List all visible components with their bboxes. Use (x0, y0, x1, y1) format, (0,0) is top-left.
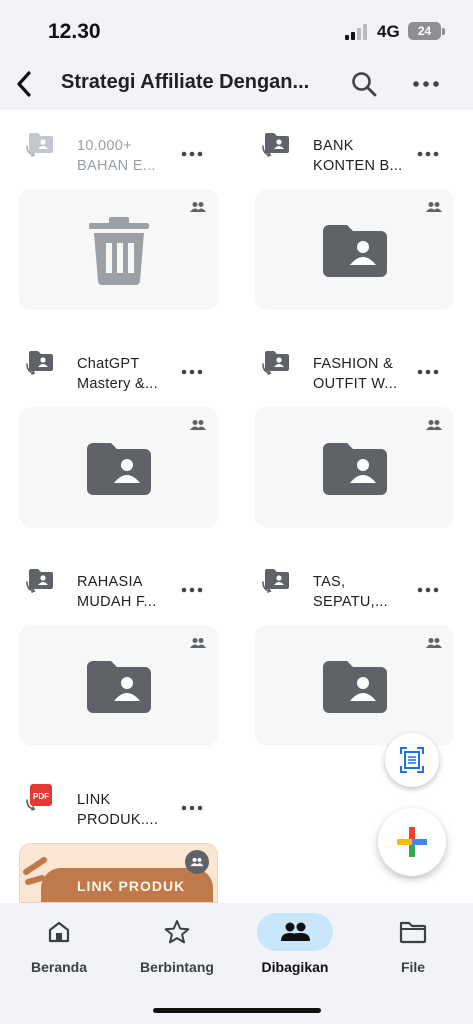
new-item-button[interactable] (378, 808, 446, 876)
nav-beranda[interactable]: Beranda (0, 913, 118, 983)
shared-people-icon (190, 202, 206, 212)
shared-people-icon (190, 420, 206, 430)
nav-dibagikan[interactable]: Dibagikan (236, 913, 354, 983)
document-scan-icon (400, 747, 424, 773)
folder-name: FASHION & OUTFIT W... (313, 356, 398, 392)
item-more-button[interactable] (413, 142, 443, 166)
page-title: Strategi Affiliate Dengan... (61, 71, 310, 93)
nav-berbintang[interactable]: Berbintang (118, 913, 236, 983)
more-horiz-icon (181, 805, 203, 811)
card-header: TAS, SEPATU,... (255, 546, 454, 610)
home-indicator (153, 1008, 321, 1013)
card-header: PDF LINK PRODUK.... (19, 764, 218, 828)
back-button[interactable] (4, 64, 44, 104)
nav-icon-container (21, 913, 97, 951)
more-horiz-icon (181, 151, 203, 157)
pdf-icon: PDF (26, 784, 52, 811)
shared-folder-shortcut-icon (26, 569, 53, 593)
more-horiz-icon (181, 369, 203, 375)
folder-name: BANK KONTEN B... (313, 138, 403, 174)
shared-folder-icon (322, 442, 387, 495)
scan-button[interactable] (385, 733, 439, 787)
shared-folder-shortcut-icon (262, 351, 289, 375)
folder-name: 10.000+ BAHAN E... (77, 138, 156, 174)
status-time: 12.30 (48, 20, 101, 43)
shared-people-icon (426, 638, 442, 648)
file-card[interactable]: PDF LINK PRODUK.... LINK PRODUK (19, 764, 218, 904)
item-more-button[interactable] (177, 578, 207, 602)
file-name: LINK PRODUK.... (77, 792, 159, 828)
more-horiz-icon (417, 587, 439, 593)
battery-tip (442, 28, 445, 35)
signal-icon (345, 24, 369, 40)
folder-thumbnail (255, 407, 454, 528)
shared-people-icon (426, 420, 442, 430)
folder-thumbnail (19, 407, 218, 528)
shared-folder-icon (322, 660, 387, 713)
folder-thumbnail (19, 189, 218, 310)
shared-folder-shortcut-icon (262, 133, 289, 157)
search-button[interactable] (344, 64, 384, 104)
card-header: ChatGPT Mastery &... (19, 328, 218, 392)
card-header: BANK KONTEN B... (255, 110, 454, 174)
item-more-button[interactable] (177, 796, 207, 820)
shared-folder-icon (86, 660, 151, 713)
shared-people-icon (426, 202, 442, 212)
chevron-left-icon (17, 71, 31, 97)
shared-people-icon (190, 638, 206, 648)
thumbnail-title: LINK PRODUK (41, 868, 213, 902)
shared-folder-icon (322, 224, 387, 277)
svg-text:PDF: PDF (33, 792, 49, 801)
folder-thumbnail (255, 625, 454, 746)
shared-badge (185, 850, 209, 874)
shared-folder-shortcut-icon (26, 351, 53, 375)
nav-label: Beranda (30, 959, 88, 975)
folder-name: TAS, SEPATU,... (313, 574, 388, 610)
item-more-button[interactable] (177, 142, 207, 166)
item-more-button[interactable] (413, 360, 443, 384)
nav-label: Berbintang (140, 959, 214, 975)
shared-folder-icon (86, 442, 151, 495)
folder-name: RAHASIA MUDAH F... (77, 574, 157, 610)
battery-icon: 24 (408, 22, 441, 40)
card-header: FASHION & OUTFIT W... (255, 328, 454, 392)
shared-folder-shortcut-icon (26, 133, 53, 157)
nav-label: File (400, 959, 426, 975)
nav-icon-container (375, 913, 451, 951)
shared-people-icon (190, 857, 204, 867)
network-type: 4G (377, 22, 400, 41)
more-horiz-icon (417, 151, 439, 157)
home-icon (48, 921, 70, 943)
more-options-button[interactable] (406, 64, 446, 104)
folder-thumbnail (255, 189, 454, 310)
item-more-button[interactable] (413, 578, 443, 602)
more-horiz-icon (181, 587, 203, 593)
search-icon (352, 72, 377, 97)
plus-icon (397, 827, 427, 857)
star-icon (164, 920, 190, 944)
card-header: 10.000+ BAHAN E... (19, 110, 218, 174)
more-horiz-icon (413, 81, 439, 87)
folder-icon (399, 921, 427, 944)
more-horiz-icon (417, 369, 439, 375)
shared-folder-shortcut-icon (262, 569, 289, 593)
status-bar: 12.30 4G 24 (0, 0, 473, 58)
app-bar: Strategi Affiliate Dengan... (0, 58, 473, 110)
nav-label: Dibagikan (261, 959, 329, 975)
trash-icon (88, 216, 149, 285)
item-more-button[interactable] (177, 360, 207, 384)
folder-name: ChatGPT Mastery &... (77, 356, 158, 392)
file-thumbnail: LINK PRODUK (19, 843, 218, 903)
people-icon (281, 922, 310, 941)
card-header: RAHASIA MUDAH F... (19, 546, 218, 610)
bottom-navigation: Beranda Berbintang Dibagikan File (0, 903, 473, 1024)
folder-thumbnail (19, 625, 218, 746)
nav-icon-container (139, 913, 215, 951)
nav-file[interactable]: File (354, 913, 472, 983)
nav-icon-container (257, 913, 333, 951)
